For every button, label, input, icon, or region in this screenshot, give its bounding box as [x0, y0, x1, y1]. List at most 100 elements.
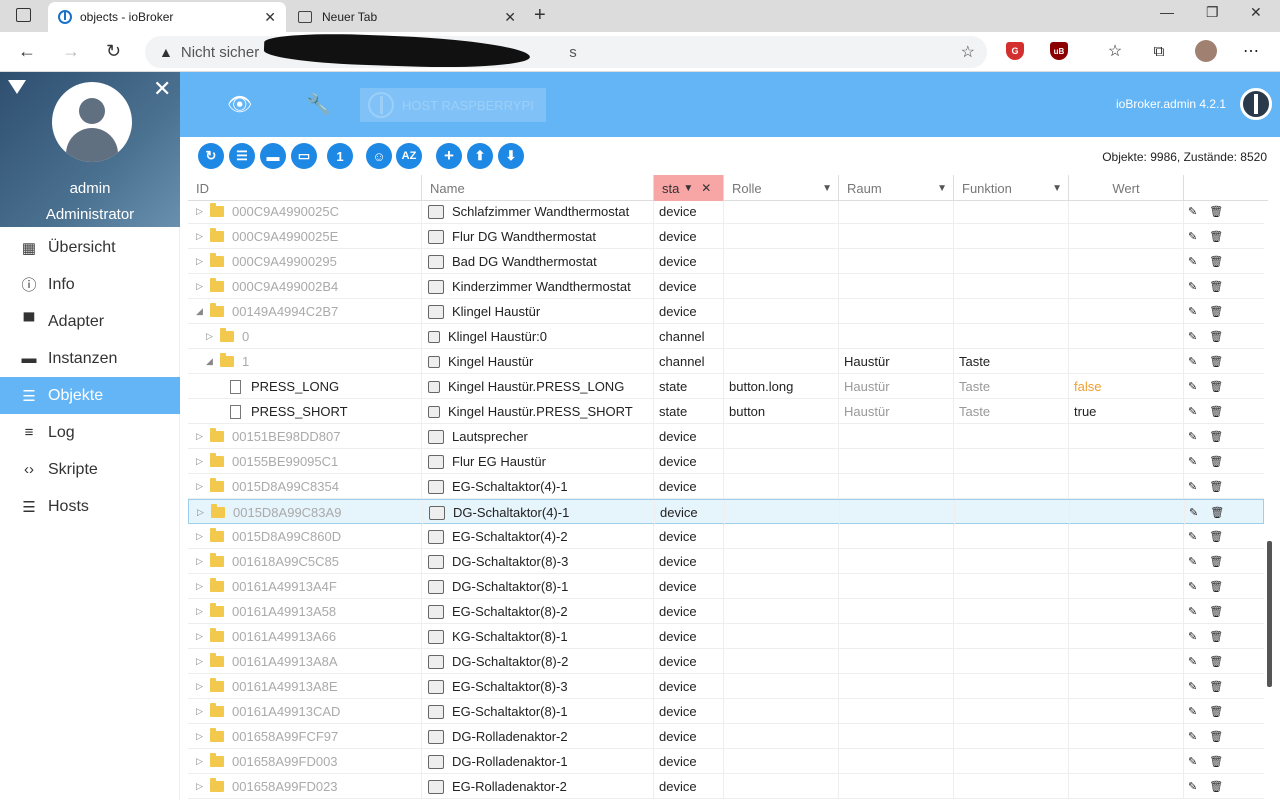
edit-pencil-icon[interactable]: ✎ — [1188, 380, 1197, 393]
expand-arrow-icon[interactable]: ▷ — [196, 531, 210, 542]
delete-trash-icon[interactable]: 🗑 — [1209, 480, 1223, 493]
table-row[interactable]: PRESS_SHORT Kingel Haustür.PRESS_SHORT st… — [188, 399, 1264, 424]
back-icon[interactable]: ← — [18, 41, 36, 62]
folder-button[interactable]: ▬ — [260, 143, 286, 169]
add-object-button[interactable]: + — [436, 143, 462, 169]
expand-arrow-icon[interactable]: ▷ — [206, 331, 220, 342]
sidebar-item-log[interactable]: ≡ Log — [0, 414, 180, 451]
close-tab-icon[interactable]: ✕ — [504, 9, 516, 26]
delete-trash-icon[interactable]: 🗑 — [1209, 280, 1223, 293]
edit-pencil-icon[interactable]: ✎ — [1188, 230, 1197, 243]
clear-filter-icon[interactable]: ✕ — [701, 181, 711, 195]
table-row[interactable]: ▷ 00151BE98DD807 Lautsprecher device ✎ 🗑 — [188, 424, 1264, 449]
collections-icon[interactable]: ⧉ — [1150, 42, 1168, 60]
expand-arrow-icon[interactable]: ▷ — [196, 481, 210, 492]
edit-pencil-icon[interactable]: ✎ — [1188, 430, 1197, 443]
column-type-filter[interactable]: sta ▼ ✕ — [654, 175, 724, 201]
expand-arrow-icon[interactable]: ◢ — [196, 306, 210, 317]
sidebar-item-adapter[interactable]: ▀ Adapter — [0, 303, 180, 340]
edit-pencil-icon[interactable]: ✎ — [1188, 605, 1197, 618]
browser-profile-avatar[interactable] — [1195, 40, 1217, 62]
table-row[interactable]: ▷ 0 Klingel Haustür:0 channel ✎ 🗑 — [188, 324, 1264, 349]
refresh-button[interactable]: ↻ — [198, 143, 224, 169]
more-menu-icon[interactable]: ⋯ — [1242, 42, 1260, 60]
edit-pencil-icon[interactable]: ✎ — [1188, 280, 1197, 293]
table-row[interactable]: ▷ 000C9A49900295 Bad DG Wandthermostat de… — [188, 249, 1264, 274]
expert-mode-button[interactable]: ☺ — [366, 143, 392, 169]
delete-trash-icon[interactable]: 🗑 — [1209, 705, 1223, 718]
table-row[interactable]: ▷ 001658A99FCF97 DG-Rolladenaktor-2 devic… — [188, 724, 1264, 749]
gdata-shield-icon[interactable]: G — [1006, 42, 1024, 60]
expand-arrow-icon[interactable]: ▷ — [196, 681, 210, 692]
edit-pencil-icon[interactable]: ✎ — [1188, 755, 1197, 768]
favorite-star-icon[interactable]: ☆ — [961, 42, 975, 62]
expand-arrow-icon[interactable]: ◢ — [206, 356, 220, 367]
host-selector[interactable]: HOST RASPBERRYPI — [360, 88, 546, 122]
delete-trash-icon[interactable]: 🗑 — [1209, 305, 1223, 318]
tab-objects[interactable]: objects - ioBroker ✕ — [48, 2, 286, 32]
edit-pencil-icon[interactable]: ✎ — [1188, 730, 1197, 743]
expand-arrow-icon[interactable]: ▷ — [196, 706, 210, 717]
delete-trash-icon[interactable]: 🗑 — [1209, 205, 1223, 218]
tab-actions-icon[interactable] — [16, 8, 31, 22]
table-row[interactable]: ▷ 00161A49913CAD EG-Schaltaktor(8)-1 devi… — [188, 699, 1264, 724]
edit-pencil-icon[interactable]: ✎ — [1188, 555, 1197, 568]
delete-trash-icon[interactable]: 🗑 — [1209, 605, 1223, 618]
delete-trash-icon[interactable]: 🗑 — [1209, 530, 1223, 543]
delete-trash-icon[interactable]: 🗑 — [1209, 455, 1223, 468]
upload-button[interactable]: ⬆ — [467, 143, 493, 169]
window-close-icon[interactable]: ✕ — [1250, 4, 1262, 21]
delete-trash-icon[interactable]: 🗑 — [1209, 230, 1223, 243]
edit-pencil-icon[interactable]: ✎ — [1188, 780, 1197, 793]
folder-open-button[interactable]: ▭ — [291, 143, 317, 169]
eye-icon[interactable]: 👁 — [227, 92, 252, 117]
favorites-icon[interactable]: ☆ — [1106, 42, 1124, 60]
sidebar-item-objekte[interactable]: ☰ Objekte — [0, 377, 180, 414]
table-row[interactable]: ▷ 0015D8A99C860D EG-Schaltaktor(4)-2 devi… — [188, 524, 1264, 549]
minimize-icon[interactable]: — — [1160, 4, 1174, 20]
expand-arrow-icon[interactable]: ▷ — [196, 656, 210, 667]
reload-icon[interactable]: ↻ — [106, 41, 121, 62]
table-row[interactable]: ▷ 00155BE99095C1 Flur EG Haustür device ✎ 🗑 — [188, 449, 1264, 474]
edit-pencil-icon[interactable]: ✎ — [1188, 455, 1197, 468]
delete-trash-icon[interactable]: 🗑 — [1209, 430, 1223, 443]
table-row[interactable]: ▷ 00161A49913A8A DG-Schaltaktor(8)-2 devi… — [188, 649, 1264, 674]
tab-new[interactable]: Neuer Tab ✕ — [288, 2, 526, 32]
edit-pencil-icon[interactable]: ✎ — [1188, 355, 1197, 368]
chevron-down-icon[interactable]: ▼ — [1052, 183, 1062, 194]
column-room[interactable]: Raum ▼ — [839, 175, 954, 201]
table-row[interactable]: ◢ 00149A4994C2B7 Klingel Haustür device ✎ 🗑 — [188, 299, 1264, 324]
download-button[interactable]: ⬇ — [498, 143, 524, 169]
delete-trash-icon[interactable]: 🗑 — [1209, 580, 1223, 593]
delete-trash-icon[interactable]: 🗑 — [1209, 630, 1223, 643]
column-function[interactable]: Funktion ▼ — [954, 175, 1069, 201]
edit-pencil-icon[interactable]: ✎ — [1188, 255, 1197, 268]
edit-pencil-icon[interactable]: ✎ — [1188, 705, 1197, 718]
table-row[interactable]: ▷ 001658A99FD023 EG-Rolladenaktor-2 devic… — [188, 774, 1264, 799]
table-row[interactable]: ▷ 00161A49913A58 EG-Schaltaktor(8)-2 devi… — [188, 599, 1264, 624]
delete-trash-icon[interactable]: 🗑 — [1209, 380, 1223, 393]
expand-arrow-icon[interactable]: ▷ — [196, 781, 210, 792]
edit-pencil-icon[interactable]: ✎ — [1188, 205, 1197, 218]
delete-trash-icon[interactable]: 🗑 — [1209, 355, 1223, 368]
table-row[interactable]: ▷ 000C9A4990025E Flur DG Wandthermostat d… — [188, 224, 1264, 249]
delete-trash-icon[interactable]: 🗑 — [1209, 680, 1223, 693]
iobroker-logo-icon[interactable] — [8, 80, 26, 94]
table-row[interactable]: ▷ 0015D8A99C8354 EG-Schaltaktor(4)-1 devi… — [188, 474, 1264, 499]
expand-arrow-icon[interactable]: ▷ — [196, 281, 210, 292]
table-row[interactable]: ▷ 00161A49913A8E EG-Schaltaktor(8)-3 devi… — [188, 674, 1264, 699]
edit-pencil-icon[interactable]: ✎ — [1188, 305, 1197, 318]
chevron-down-icon[interactable]: ▼ — [683, 183, 693, 194]
edit-pencil-icon[interactable]: ✎ — [1188, 330, 1197, 343]
expand-arrow-icon[interactable]: ▷ — [196, 231, 210, 242]
expand-arrow-icon[interactable]: ▷ — [196, 731, 210, 742]
chevron-down-icon[interactable]: ▼ — [937, 183, 947, 194]
delete-trash-icon[interactable]: 🗑 — [1209, 405, 1223, 418]
edit-pencil-icon[interactable]: ✎ — [1188, 630, 1197, 643]
new-tab-plus-icon[interactable]: + — [534, 4, 546, 27]
close-tab-icon[interactable]: ✕ — [264, 9, 276, 26]
sidebar-item-uebersicht[interactable]: ▦ Übersicht — [0, 229, 180, 266]
table-row[interactable]: ▷ 00161A49913A66 KG-Schaltaktor(8)-1 devi… — [188, 624, 1264, 649]
edit-pencil-icon[interactable]: ✎ — [1188, 480, 1197, 493]
wrench-icon[interactable]: 🔧 — [306, 92, 331, 117]
